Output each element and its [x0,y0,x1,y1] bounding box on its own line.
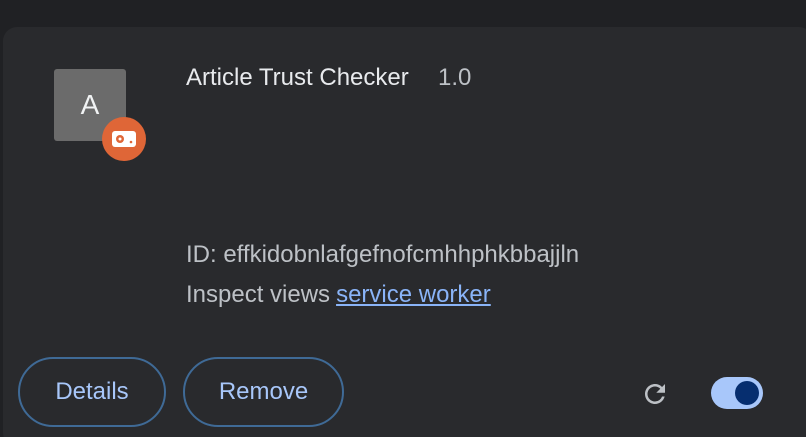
inspect-views-label: Inspect views [186,281,331,308]
details-button[interactable]: Details [18,357,166,427]
unpacked-extension-icon [102,117,146,161]
toggle-knob [735,381,759,405]
inspect-views-row: Inspect views service worker [186,281,491,309]
extension-id: ID: effkidobnlafgefnofcmhhphkbbajjln [186,241,580,268]
service-worker-link[interactable]: service worker [336,281,491,308]
enable-toggle[interactable] [711,377,763,409]
extension-version: 1.0 [438,64,472,91]
remove-button[interactable]: Remove [183,357,344,427]
extension-name: Article Trust Checker [186,64,409,91]
extensions-page: A Article Trust Checker 1.0 ID: effkidob… [0,0,806,437]
extension-icon-letter: A [80,89,100,120]
reload-icon[interactable] [638,377,672,411]
